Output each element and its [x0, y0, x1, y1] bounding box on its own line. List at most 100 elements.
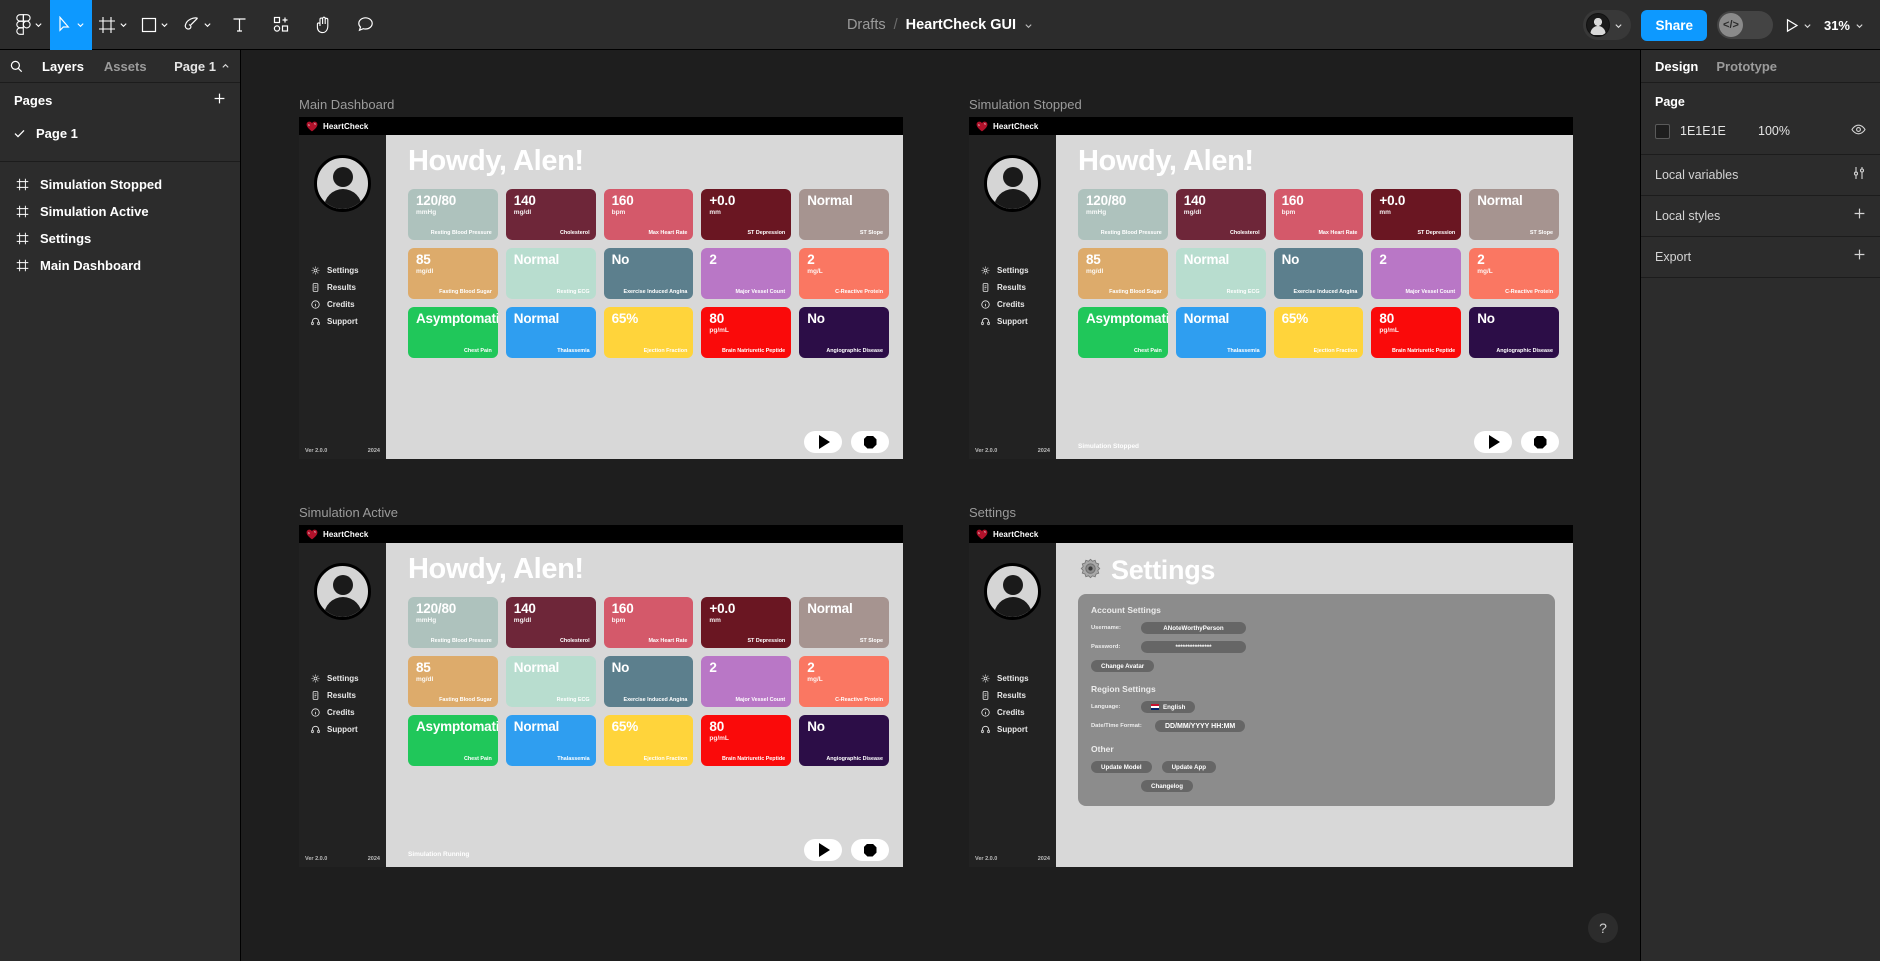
metric-card[interactable]: 65% Ejection Fraction	[603, 715, 694, 766]
dev-mode-toggle[interactable]: </>	[1716, 11, 1773, 39]
hand-tool-button[interactable]	[302, 0, 344, 50]
sidebar-item-credits[interactable]: Credits	[981, 708, 1056, 717]
app-screen-settings[interactable]: HeartCheck Settings Results Credits Supp…	[969, 525, 1573, 867]
tab-prototype[interactable]: Prototype	[1716, 59, 1777, 74]
metric-card[interactable]: 140 mg/dl Cholesterol	[505, 597, 596, 648]
sidebar-item-results[interactable]: Results	[311, 691, 386, 700]
tab-design[interactable]: Design	[1655, 59, 1698, 74]
frame-simulation-stopped[interactable]: Simulation Stopped HeartCheck Settings R…	[969, 97, 1573, 459]
metric-card[interactable]: Normal Resting ECG	[505, 656, 596, 707]
page-fill-hex[interactable]: 1E1E1E	[1680, 124, 1748, 138]
metric-card[interactable]: +0.0 mm ST Depression	[701, 189, 792, 240]
metric-card[interactable]: 65% Ejection Fraction	[1273, 307, 1364, 358]
page-fill-opacity[interactable]: 100%	[1758, 124, 1790, 138]
color-swatch[interactable]	[1655, 123, 1670, 139]
metric-card[interactable]: Normal Thalassemia	[1175, 307, 1266, 358]
frame-settings[interactable]: Settings HeartCheck Settings Results Cre…	[969, 505, 1573, 867]
page-selector[interactable]: Page 1	[174, 59, 230, 74]
metric-card[interactable]: 85 mg/dl Fasting Blood Sugar	[408, 248, 498, 299]
metric-card[interactable]: 80 pg/mL Brain Natriuretic Peptide	[701, 307, 792, 358]
metric-card[interactable]: 140 mg/dl Cholesterol	[1175, 189, 1266, 240]
language-select[interactable]: English	[1141, 701, 1196, 713]
comment-tool-button[interactable]	[344, 0, 386, 50]
sidebar-item-support[interactable]: Support	[981, 725, 1056, 734]
sidebar-item-settings[interactable]: Settings	[311, 266, 386, 275]
zoom-control[interactable]: 31%	[1824, 18, 1870, 33]
share-button[interactable]: Share	[1641, 9, 1707, 41]
variables-icon[interactable]	[1852, 166, 1866, 185]
user-avatar[interactable]	[984, 563, 1041, 620]
stop-button[interactable]	[1521, 431, 1559, 453]
app-screen-main-dashboard[interactable]: HeartCheck Settings Results Credits Supp…	[299, 117, 903, 459]
metric-card[interactable]: 65% Ejection Fraction	[603, 307, 694, 358]
sidebar-item-support[interactable]: Support	[311, 725, 386, 734]
metric-card[interactable]: Asymptomatic Chest Pain	[408, 715, 498, 766]
metric-card[interactable]: Normal Thalassemia	[505, 715, 596, 766]
frame-main-dashboard[interactable]: Main Dashboard HeartCheck Settings Resul…	[299, 97, 903, 459]
sidebar-item-credits[interactable]: Credits	[311, 708, 386, 717]
sidebar-item-credits[interactable]: Credits	[311, 300, 386, 309]
plus-icon[interactable]	[1853, 248, 1866, 266]
datetime-format-select[interactable]: DD/MM/YYYY HH:MM	[1155, 720, 1246, 732]
metric-card[interactable]: No Exercise Induced Angina	[603, 656, 694, 707]
metric-card[interactable]: Asymptomatic Chest Pain	[1078, 307, 1168, 358]
metric-card[interactable]: Asymptomatic Chest Pain	[408, 307, 498, 358]
metric-card[interactable]: +0.0 mm ST Depression	[1371, 189, 1462, 240]
sidebar-item-credits[interactable]: Credits	[981, 300, 1056, 309]
frame-label[interactable]: Simulation Active	[299, 505, 398, 520]
metric-card[interactable]: 160 bpm Max Heart Rate	[603, 189, 694, 240]
sidebar-item-results[interactable]: Results	[981, 283, 1056, 292]
app-screen-simulation-stopped[interactable]: HeartCheck Settings Results Credits Supp…	[969, 117, 1573, 459]
frame-label[interactable]: Settings	[969, 505, 1016, 520]
figma-menu-button[interactable]	[8, 0, 50, 50]
layer-item-settings[interactable]: Settings	[0, 225, 240, 252]
layer-item-main-dashboard[interactable]: Main Dashboard	[0, 252, 240, 279]
page-item-page-1[interactable]: Page 1	[0, 118, 240, 149]
add-page-button[interactable]	[213, 92, 226, 110]
local-variables-row[interactable]: Local variables	[1641, 155, 1880, 196]
user-avatar[interactable]	[314, 563, 371, 620]
metric-card[interactable]: Normal ST Slope	[799, 597, 889, 648]
frame-tool-button[interactable]	[92, 0, 134, 50]
metric-card[interactable]: 80 pg/mL Brain Natriuretic Peptide	[701, 715, 792, 766]
metric-card[interactable]: 2 mg/L C-Reactive Protein	[1469, 248, 1559, 299]
move-tool-button[interactable]	[50, 0, 92, 50]
metric-card[interactable]: 2 mg/L C-Reactive Protein	[799, 656, 889, 707]
layer-item-simulation-active[interactable]: Simulation Active	[0, 198, 240, 225]
sidebar-item-support[interactable]: Support	[981, 317, 1056, 326]
sidebar-item-results[interactable]: Results	[981, 691, 1056, 700]
metric-card[interactable]: No Angiographic Disease	[799, 715, 889, 766]
metric-card[interactable]: 80 pg/mL Brain Natriuretic Peptide	[1371, 307, 1462, 358]
visibility-toggle[interactable]	[1851, 122, 1866, 140]
changelog-button[interactable]: Changelog	[1141, 780, 1193, 792]
metric-card[interactable]: Normal Thalassemia	[505, 307, 596, 358]
metric-card[interactable]: +0.0 mm ST Depression	[701, 597, 792, 648]
text-tool-button[interactable]	[218, 0, 260, 50]
tab-assets[interactable]: Assets	[94, 59, 157, 74]
sidebar-item-settings[interactable]: Settings	[311, 674, 386, 683]
present-button[interactable]	[1783, 18, 1814, 33]
user-avatar[interactable]	[314, 155, 371, 212]
local-styles-row[interactable]: Local styles	[1641, 196, 1880, 237]
metric-card[interactable]: 120/80 mmHg Resting Blood Pressure	[408, 597, 498, 648]
metric-card[interactable]: 160 bpm Max Heart Rate	[1273, 189, 1364, 240]
update-app-button[interactable]: Update App	[1161, 761, 1217, 773]
sidebar-item-settings[interactable]: Settings	[981, 674, 1056, 683]
sidebar-item-support[interactable]: Support	[311, 317, 386, 326]
help-button[interactable]: ?	[1588, 913, 1618, 943]
play-button[interactable]	[804, 431, 842, 453]
metric-card[interactable]: 2 mg/L C-Reactive Protein	[799, 248, 889, 299]
username-input[interactable]: ANoteWorthyPerson	[1141, 622, 1246, 634]
chevron-down-icon[interactable]	[1024, 21, 1033, 30]
app-screen-simulation-active[interactable]: HeartCheck Settings Results Credits Supp…	[299, 525, 903, 867]
metric-card[interactable]: 2 Major Vessel Count	[701, 656, 792, 707]
metric-card[interactable]: No Angiographic Disease	[1469, 307, 1559, 358]
metric-card[interactable]: 120/80 mmHg Resting Blood Pressure	[1078, 189, 1168, 240]
metric-card[interactable]: Normal ST Slope	[799, 189, 889, 240]
plus-icon[interactable]	[1853, 207, 1866, 225]
export-row[interactable]: Export	[1641, 237, 1880, 278]
metric-card[interactable]: No Exercise Induced Angina	[603, 248, 694, 299]
metric-card[interactable]: 160 bpm Max Heart Rate	[603, 597, 694, 648]
metric-card[interactable]: 85 mg/dl Fasting Blood Sugar	[1078, 248, 1168, 299]
tab-layers[interactable]: Layers	[32, 59, 94, 74]
